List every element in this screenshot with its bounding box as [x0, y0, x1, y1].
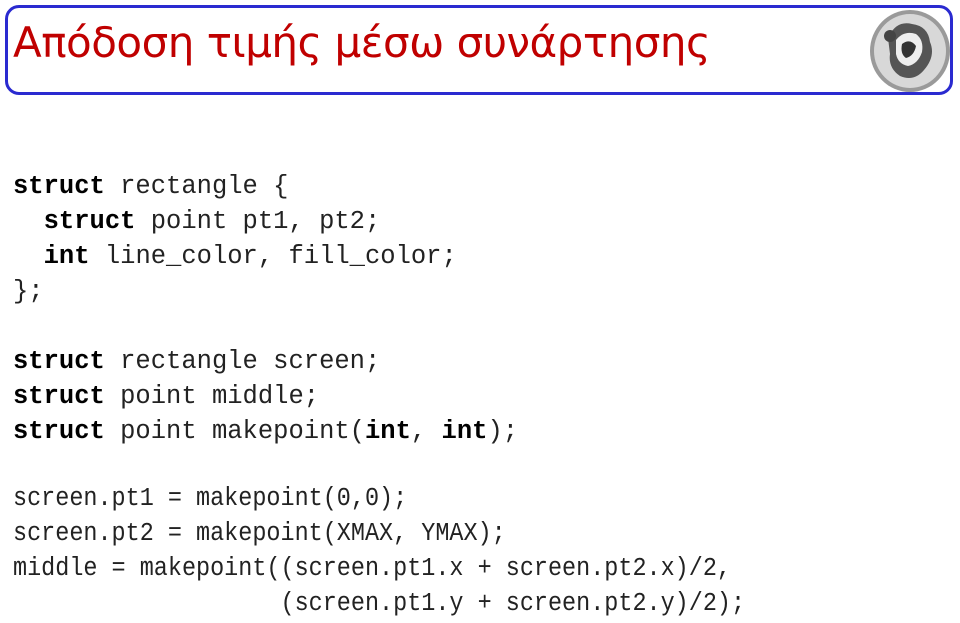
- code-text: rectangle {: [104, 172, 289, 201]
- code-line: struct point makepoint(int, int);: [13, 414, 518, 449]
- code-line: screen.pt1 = makepoint(0,0);: [13, 484, 408, 513]
- code-line: struct point middle;: [13, 379, 518, 414]
- code-text: line_color, fill_color;: [89, 242, 457, 271]
- code-line: int line_color, fill_color;: [13, 239, 457, 274]
- code-text: point pt1, pt2;: [135, 207, 381, 236]
- coin-logo-icon: [866, 8, 954, 94]
- struct-rectangle-definition: struct rectangle { struct point pt1, pt2…: [13, 169, 457, 309]
- code-text: ,: [410, 417, 442, 446]
- code-text: point middle;: [104, 382, 320, 411]
- code-text: };: [13, 277, 44, 306]
- slide-title: Απόδοση τιμής μέσω συνάρτησης: [13, 18, 711, 67]
- variable-declarations: struct rectangle screen; struct point mid…: [13, 344, 518, 449]
- code-line: };: [13, 274, 457, 309]
- code-text: );: [487, 417, 519, 446]
- code-keyword: struct: [43, 207, 136, 236]
- code-keyword: struct: [13, 172, 105, 201]
- code-line: struct rectangle {: [13, 169, 457, 204]
- code-keyword: struct: [13, 417, 105, 446]
- code-keyword: struct: [13, 347, 105, 376]
- code-line: middle = makepoint((screen.pt1.x + scree…: [13, 554, 732, 583]
- code-text: rectangle screen;: [104, 347, 381, 376]
- code-line: struct point pt1, pt2;: [13, 204, 457, 239]
- code-keyword: int: [441, 417, 488, 446]
- code-line: struct rectangle screen;: [13, 344, 518, 379]
- code-keyword: struct: [13, 382, 105, 411]
- code-line: screen.pt2 = makepoint(XMAX, YMAX);: [13, 519, 506, 548]
- code-text: point makepoint(: [104, 417, 365, 446]
- code-keyword: int: [43, 242, 90, 271]
- code-keyword: int: [364, 417, 411, 446]
- code-line: (screen.pt1.y + screen.pt2.y)/2);: [13, 589, 746, 618]
- assignment-statements: screen.pt1 = makepoint(0,0); screen.pt2 =…: [13, 481, 745, 621]
